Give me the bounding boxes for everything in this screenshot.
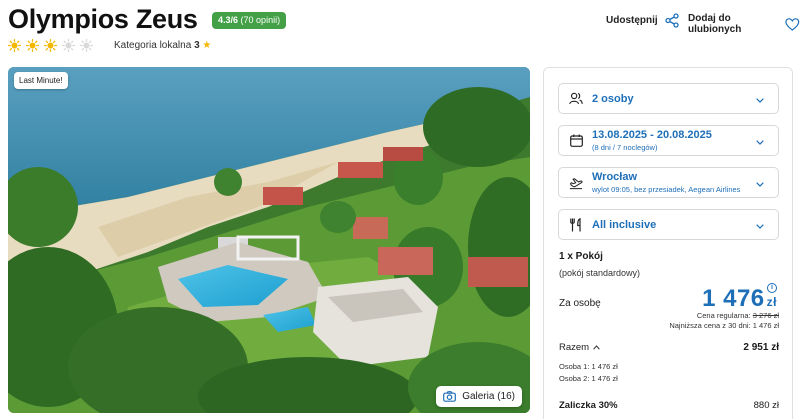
departure-select[interactable]: Wrocław wylot 09:05, bez przesiadek, Aeg… [558,167,779,198]
last-minute-badge: Last Minute! [14,72,68,89]
sun-filled-icon [8,39,21,52]
price-per-person: 1 476 zł [702,285,777,313]
persons-select[interactable]: 2 osoby [558,83,779,114]
chevron-down-icon [756,90,766,108]
chevron-down-icon [756,174,766,192]
local-category: Kategoria lokalna 3 ★ [114,40,211,51]
flight-details: wylot 09:05, bez przesiadek, Aegean Airl… [592,185,741,194]
total-label: Razem [559,342,590,353]
deposit-label: Zaliczka 30% [559,400,618,411]
persons-value: 2 osoby [592,92,634,105]
chevron-down-icon [756,132,766,150]
hotel-photo[interactable]: Last Minute! Galeria (16) [8,67,530,413]
share-label: Udostępnij [606,15,658,26]
price-value: 1 476 [702,285,765,312]
board-select[interactable]: All inclusive [558,209,779,240]
rating-count: (70 opinii) [240,15,281,25]
rating-score: 4.3/6 [218,15,239,25]
rating-badge[interactable]: 4.3/6 (70 opinii) [212,12,287,29]
regular-price-label: Cena regularna: [696,311,751,320]
chevron-down-icon [756,216,766,234]
sun-filled-icon [44,39,57,52]
category-value: 3 [194,40,200,51]
hotel-aerial-photo [8,67,530,413]
regular-price: Cena regularna: 3 276 zł [697,311,779,320]
category-label: Kategoria lokalna [114,40,192,51]
share-button[interactable]: Udostępnij [606,13,679,28]
regular-price-value: 3 276 zł [752,311,779,320]
total-toggle[interactable]: Razem [559,342,600,353]
sun-filled-icon [26,39,39,52]
total-value: 2 951 zł [743,342,779,353]
cutlery-icon [569,217,583,232]
camera-icon [443,391,457,402]
user-icon [569,92,583,105]
room-title: 1 x Pokój [559,251,603,262]
add-to-favorites-button[interactable]: Dodaj do ulubionych [688,13,800,35]
room-type: (pokój standardowy) [559,268,641,278]
deposit-value: 880 zł [753,400,779,411]
person-1-price: Osoba 1: 1 476 zł [559,362,618,371]
sun-empty-icon [80,39,93,52]
price-currency: zł [766,295,777,309]
heart-icon [785,17,800,31]
plane-icon [569,176,583,190]
gallery-button[interactable]: Galeria (16) [436,386,522,407]
per-person-label: Za osobę [559,298,601,309]
lowest-price-30-days: Najniższa cena z 30 dni: 1 476 zł [669,321,779,330]
star-icon: ★ [202,40,212,51]
gallery-label: Galeria (16) [462,391,515,402]
share-icon [665,13,679,28]
hotel-title: Olympios Zeus [8,4,198,34]
board-value: All inclusive [592,218,657,231]
sun-rating [8,39,93,52]
dates-select[interactable]: 13.08.2025 - 20.08.2025 (8 dni / 7 nocle… [558,125,779,156]
departure-city: Wrocław [592,171,638,183]
dates-value: 13.08.2025 - 20.08.2025 [592,129,712,141]
dates-duration: (8 dni / 7 noclegów) [592,143,658,152]
person-2-price: Osoba 2: 1 476 zł [559,374,618,383]
sun-empty-icon [62,39,75,52]
chevron-up-icon [593,345,600,350]
calendar-icon [569,134,583,147]
favorite-label: Dodaj do ulubionych [688,13,742,35]
